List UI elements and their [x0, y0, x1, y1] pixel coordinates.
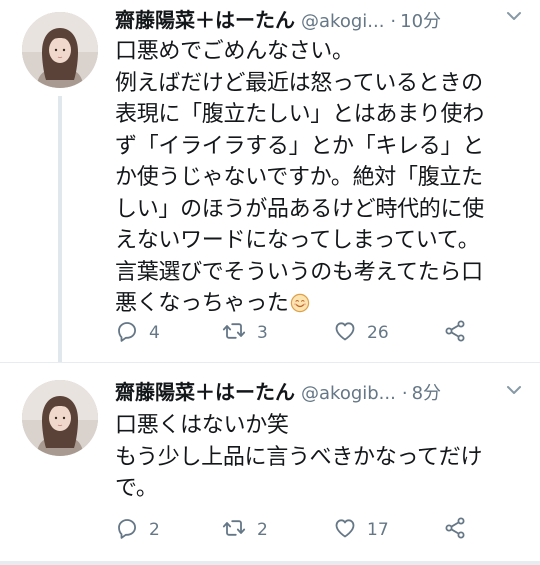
retweet-icon	[221, 319, 247, 347]
bottom-divider	[0, 561, 540, 565]
tweet-text-line: 口悪めでごめんなさい。	[115, 39, 354, 64]
reply-button[interactable]: 4	[115, 318, 160, 348]
tweet-text-line: 口悪くはないか笑	[115, 413, 289, 438]
reply-count: 4	[149, 323, 160, 343]
avatar[interactable]	[22, 12, 98, 88]
share-icon	[443, 516, 467, 544]
reply-count: 2	[149, 520, 160, 540]
user-handle[interactable]: @akogi...	[301, 11, 384, 32]
tweet[interactable]: 齋藤陽菜＋はーたん @akogib... · 8分 口悪くはないか笑 もう少し上…	[0, 362, 540, 565]
like-count: 17	[367, 520, 389, 540]
tweet-text-line: もう少し上品に言うべきかなってだけ	[115, 444, 483, 470]
tweet-text-line: えないワードになってしまっていて。	[115, 228, 480, 253]
tweet-header: 齋藤陽菜＋はーたん @akogib... · 8分	[115, 376, 530, 406]
reply-icon	[115, 319, 139, 347]
avatar[interactable]	[22, 380, 98, 456]
thread-connector-line	[58, 96, 62, 362]
tweet-text: 口悪くはないか笑 もう少し上品に言うべきかなってだけ で。	[115, 410, 525, 505]
tweet-text-line: 言葉選びでそういうのも考えてたら口	[115, 259, 483, 285]
share-button[interactable]	[443, 515, 467, 545]
caret-down-icon[interactable]	[502, 4, 526, 32]
like-button[interactable]: 26	[333, 318, 389, 348]
tweet-header: 齋藤陽菜＋はーたん @akogi... · 10分	[115, 4, 530, 34]
retweet-icon	[221, 516, 247, 544]
user-handle[interactable]: @akogib...	[301, 383, 396, 404]
tweet[interactable]: 齋藤陽菜＋はーたん @akogi... · 10分 口悪めでごめんなさい。 例え…	[0, 0, 540, 362]
display-name[interactable]: 齋藤陽菜＋はーたん	[115, 376, 295, 405]
retweet-count: 2	[257, 520, 268, 540]
timestamp[interactable]: 10分	[400, 7, 441, 33]
tweet-text-line: で。	[115, 476, 158, 501]
tweet-text-line: しい」のほうが品あるけど時代的に使	[115, 196, 484, 222]
display-name[interactable]: 齋藤陽菜＋はーたん	[115, 4, 295, 33]
like-button[interactable]: 17	[333, 515, 389, 545]
tweet-actions: 2 2 17	[115, 515, 495, 545]
retweet-button[interactable]: 3	[221, 318, 268, 348]
share-icon	[443, 319, 467, 347]
tweet-text-line-last: 悪くなっちゃった	[115, 288, 525, 320]
like-count: 26	[367, 323, 389, 343]
tweet-text-line: か使うじゃないですか。絶対「腹立た	[115, 165, 483, 190]
like-icon	[333, 319, 357, 347]
like-icon	[333, 516, 357, 544]
tweet-text-fragment: 悪くなっちゃった	[115, 291, 289, 316]
tweet-text-line: 例えばだけど最近は怒っているときの	[115, 70, 483, 96]
caret-down-icon[interactable]	[502, 378, 526, 406]
retweet-count: 3	[257, 323, 268, 343]
reply-button[interactable]: 2	[115, 515, 160, 545]
retweet-button[interactable]: 2	[221, 515, 268, 545]
reply-icon	[115, 516, 139, 544]
tweet-text-line: ず「イライラする」とか「キレる」と	[115, 133, 484, 159]
tweet-actions: 4 3 26	[115, 318, 495, 348]
timestamp[interactable]: 8分	[412, 379, 441, 405]
tweet-text-line: 表現に「腹立たしい」とはあまり使わ	[115, 102, 484, 127]
separator-dot: ·	[401, 383, 408, 404]
share-button[interactable]	[443, 318, 467, 348]
tweet-text: 口悪めでごめんなさい。 例えばだけど最近は怒っているときの 表現に「腹立たしい」…	[115, 36, 525, 320]
separator-dot: ·	[390, 11, 397, 32]
